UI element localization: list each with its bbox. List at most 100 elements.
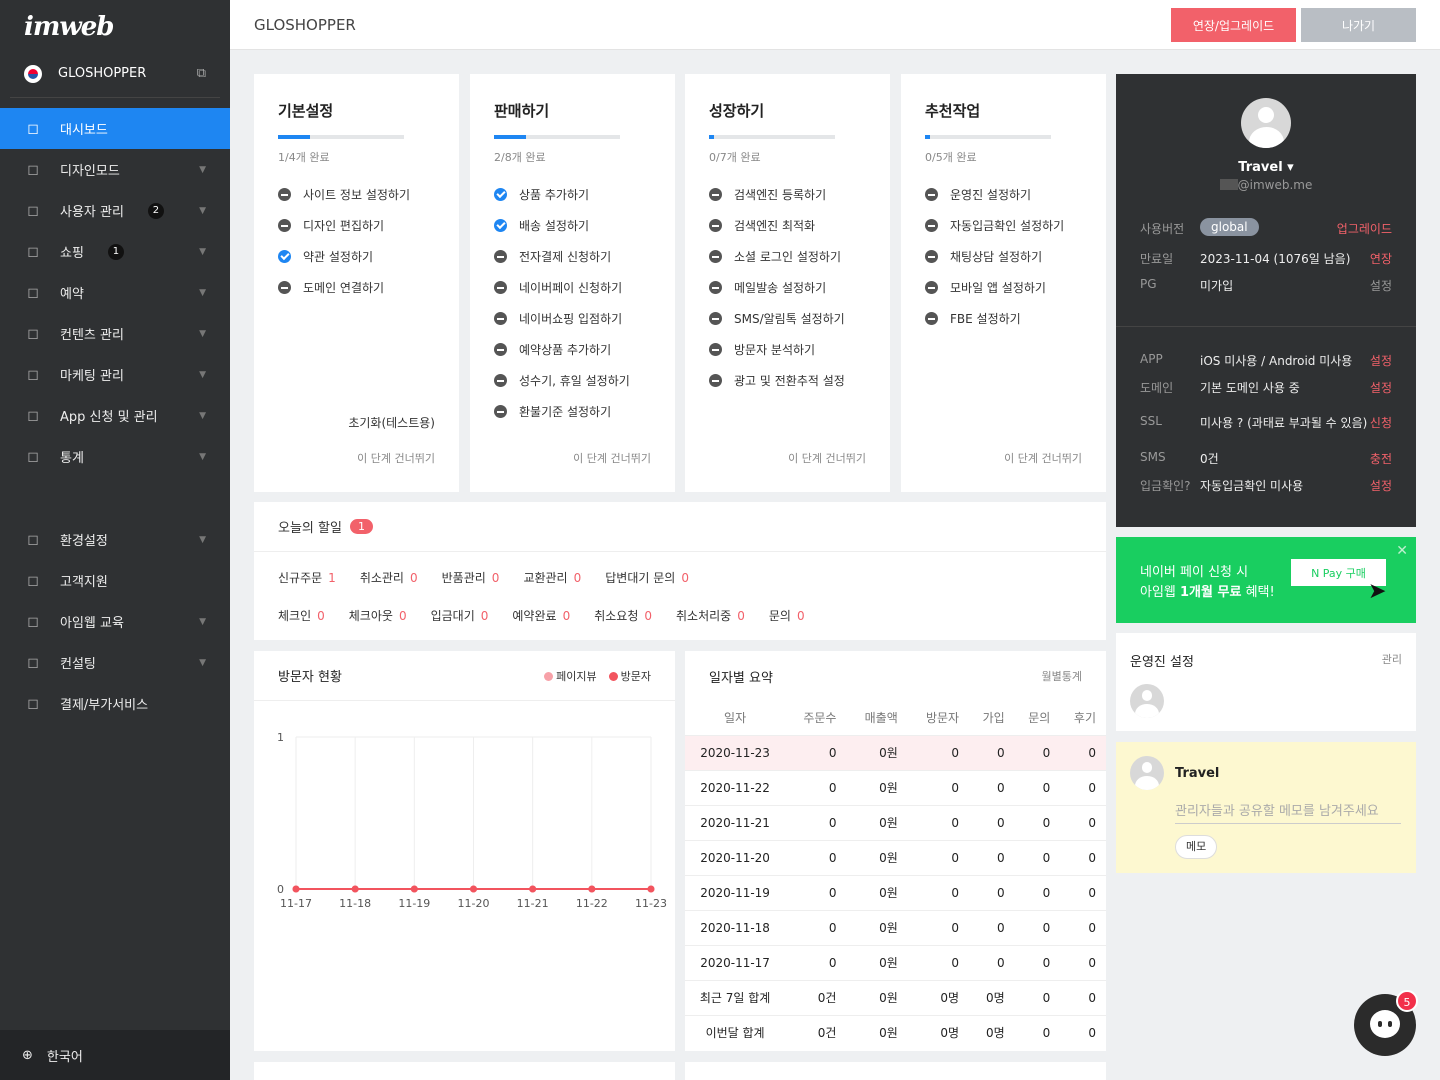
table-cell: 2020-11-17	[685, 944, 786, 980]
chevron-down-icon[interactable]: ▼	[199, 411, 206, 421]
step-task[interactable]: 상품 추가하기	[494, 179, 675, 210]
deposit-setup-link[interactable]: 설정	[1370, 477, 1392, 494]
sidebar-item-1[interactable]: ◻ 디자인모드 ▼	[0, 149, 230, 190]
step-task[interactable]: 네이버페이 신청하기	[494, 272, 675, 303]
skip-step-link[interactable]: 이 단계 건너뛰기	[788, 450, 866, 466]
sidebar-item-2[interactable]: ◻ 사용자 관리 2 ▼	[0, 190, 230, 231]
step-task[interactable]: 디자인 편집하기	[278, 210, 459, 241]
sidebar-item-3[interactable]: ◻ 쇼핑 1 ▼	[0, 231, 230, 272]
step-task[interactable]: 검색엔진 최적화	[709, 210, 890, 241]
step-task[interactable]: 배송 설정하기	[494, 210, 675, 241]
sidebar-item-2[interactable]: ◻ 아임웹 교육 ▼	[0, 601, 230, 642]
reset-link[interactable]: 초기화(테스트용)	[348, 414, 435, 431]
upgrade-link[interactable]: 업그레이드	[1337, 220, 1392, 237]
app-setup-link[interactable]: 설정	[1370, 352, 1392, 369]
step-task[interactable]: 예약상품 추가하기	[494, 334, 675, 365]
step-task[interactable]: 메일발송 설정하기	[709, 272, 890, 303]
profile-email: @imweb.me	[1116, 178, 1416, 192]
staff-manage-link[interactable]: 관리	[1382, 651, 1402, 667]
step-task[interactable]: FBE 설정하기	[925, 303, 1106, 334]
imweb-logo[interactable]: imweb	[0, 0, 230, 50]
step-task[interactable]: 소셜 로그인 설정하기	[709, 241, 890, 272]
todo-item[interactable]: 문의 0	[769, 607, 805, 624]
chevron-down-icon[interactable]: ▼	[199, 288, 206, 298]
step-task[interactable]: 운영진 설정하기	[925, 179, 1106, 210]
step-task[interactable]: 모바일 앱 설정하기	[925, 272, 1106, 303]
table-header: 가입	[982, 711, 1005, 726]
step-task[interactable]: 사이트 정보 설정하기	[278, 179, 459, 210]
step-task[interactable]: 성수기, 휴일 설정하기	[494, 365, 675, 396]
profile-name[interactable]: Travel ▾	[1116, 160, 1416, 175]
chat-icon	[1370, 1010, 1400, 1038]
step-task[interactable]: 채팅상담 설정하기	[925, 241, 1106, 272]
language-selector[interactable]: ⊕ 한국어	[0, 1030, 230, 1080]
sidebar-item-6[interactable]: ◻ 마케팅 관리 ▼	[0, 354, 230, 395]
sidebar-item-7[interactable]: ◻ App 신청 및 관리 ▼	[0, 395, 230, 436]
sidebar-item-4[interactable]: ◻ 예약 ▼	[0, 272, 230, 313]
sidebar-item-0[interactable]: ◻ 대시보드	[0, 108, 230, 149]
external-link-icon[interactable]: ⧉	[197, 66, 206, 81]
sidebar-item-5[interactable]: ◻ 컨텐츠 관리 ▼	[0, 313, 230, 354]
domain-setup-link[interactable]: 설정	[1370, 379, 1392, 396]
ssl-apply-link[interactable]: 신청	[1370, 414, 1392, 431]
todo-item[interactable]: 체크아웃 0	[349, 607, 407, 624]
table-cell: 0	[1014, 769, 1061, 805]
naver-pay-banner[interactable]: 네이버 페이 신청 시 아임웹 1개월 무료 혜택! N Pay 구매 ✕ ➤	[1116, 537, 1416, 623]
todo-item[interactable]: 답변대기 문의 0	[605, 569, 689, 586]
memo-button[interactable]: 메모	[1175, 835, 1218, 859]
todo-item[interactable]: 반품관리 0	[442, 569, 500, 586]
pg-setup-link[interactable]: 설정	[1370, 277, 1392, 294]
todo-item[interactable]: 취소처리중 0	[676, 607, 745, 624]
sidebar-item-0[interactable]: ◻ 환경설정 ▼	[0, 519, 230, 560]
table-cell: 0명	[907, 1014, 970, 1050]
close-icon[interactable]: ✕	[1396, 543, 1408, 559]
site-selector[interactable]: GLOSHOPPER ⧉	[10, 50, 220, 98]
step-task[interactable]: 전자결제 신청하기	[494, 241, 675, 272]
step-task[interactable]: 자동입금확인 설정하기	[925, 210, 1106, 241]
chat-launcher[interactable]: 5	[1354, 990, 1418, 1056]
chevron-down-icon[interactable]: ▼	[199, 165, 206, 175]
chevron-down-icon[interactable]: ▼	[199, 658, 206, 668]
step-task[interactable]: 도메인 연결하기	[278, 272, 459, 303]
sidebar-item-3[interactable]: ◻ 컨설팅 ▼	[0, 642, 230, 683]
sidebar-item-8[interactable]: ◻ 통계 ▼	[0, 436, 230, 477]
skip-step-link[interactable]: 이 단계 건너뛰기	[573, 450, 651, 466]
exit-button[interactable]: 나가기	[1301, 8, 1416, 42]
sms-charge-link[interactable]: 충전	[1370, 450, 1392, 467]
minus-circle-icon	[278, 188, 291, 201]
todo-item[interactable]: 체크인 0	[278, 607, 325, 624]
npay-line2: 아임웹 1개월 무료 혜택!	[1140, 585, 1275, 600]
extend-link[interactable]: 연장	[1370, 250, 1392, 267]
deposit-label: 입금확인?	[1140, 479, 1191, 493]
step-task[interactable]: 검색엔진 등록하기	[709, 179, 890, 210]
step-task[interactable]: 방문자 분석하기	[709, 334, 890, 365]
chevron-down-icon[interactable]: ▼	[199, 617, 206, 627]
memo-input[interactable]: 관리자들과 공유할 메모를 남겨주세요	[1175, 800, 1401, 824]
todo-item[interactable]: 입금대기 0	[431, 607, 489, 624]
table-cell: 0원	[846, 979, 908, 1015]
skip-step-link[interactable]: 이 단계 건너뛰기	[357, 450, 435, 466]
monthly-stats-link[interactable]: 월별통계	[1042, 668, 1082, 684]
step-task[interactable]: 네이버쇼핑 입점하기	[494, 303, 675, 334]
upgrade-button[interactable]: 연장/업그레이드	[1171, 8, 1296, 42]
chevron-down-icon[interactable]: ▼	[199, 206, 206, 216]
chevron-down-icon[interactable]: ▼	[199, 535, 206, 545]
sidebar-item-4[interactable]: ◻ 결제/부가서비스	[0, 683, 230, 724]
skip-step-link[interactable]: 이 단계 건너뛰기	[1004, 450, 1082, 466]
chevron-down-icon[interactable]: ▼	[199, 452, 206, 462]
step-task[interactable]: SMS/알림톡 설정하기	[709, 303, 890, 334]
sidebar-item-label: 마케팅 관리	[60, 369, 124, 384]
step-task[interactable]: 약관 설정하기	[278, 241, 459, 272]
chevron-down-icon[interactable]: ▼	[199, 329, 206, 339]
todo-item[interactable]: 취소요청 0	[594, 607, 652, 624]
chevron-down-icon[interactable]: ▼	[199, 370, 206, 380]
todo-item[interactable]: 신규주문 1	[278, 569, 336, 586]
step-task[interactable]: 환불기준 설정하기	[494, 396, 675, 427]
chevron-down-icon[interactable]: ▼	[199, 247, 206, 257]
todo-item[interactable]: 예약완료 0	[512, 607, 570, 624]
step-progress-bar	[278, 135, 404, 139]
step-task[interactable]: 광고 및 전환추적 설정	[709, 365, 890, 396]
sidebar-item-1[interactable]: ◻ 고객지원	[0, 560, 230, 601]
todo-item[interactable]: 취소관리 0	[360, 569, 418, 586]
todo-item[interactable]: 교환관리 0	[523, 569, 581, 586]
